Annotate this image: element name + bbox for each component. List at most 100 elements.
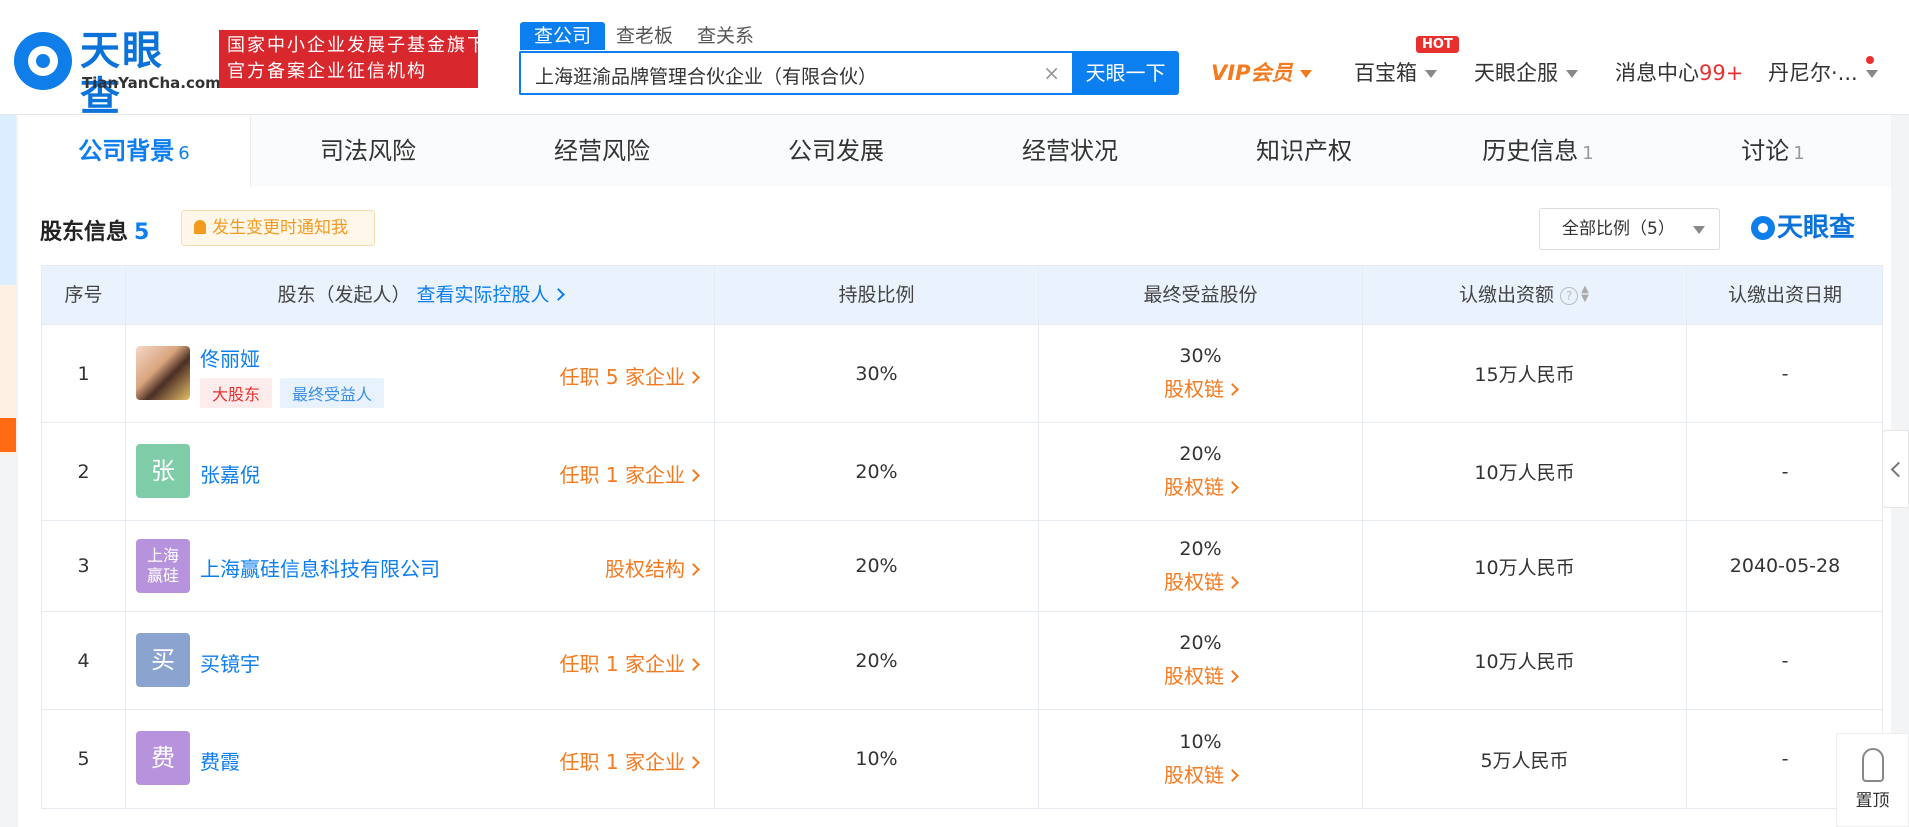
tab-count: 6 <box>178 143 190 164</box>
shareholder-photo-avatar[interactable] <box>136 346 190 400</box>
vip-menu[interactable]: VIP会员 <box>1211 58 1313 88</box>
section-title: 股东信息 5 <box>40 214 149 246</box>
tab-operating-risk[interactable]: 经营风险 <box>485 115 719 187</box>
equity-chain-link[interactable]: 股权链 <box>1164 566 1239 595</box>
tab-company-background[interactable]: 公司背景 6 <box>18 115 251 187</box>
shareholder-name[interactable]: 费霞 <box>200 746 240 775</box>
help-icon[interactable]: ? <box>1560 287 1578 305</box>
treasure-label: 百宝箱 <box>1354 61 1417 85</box>
shareholder-avatar[interactable]: 张 <box>136 444 190 498</box>
main-panel: 公司背景 6 司法风险 经营风险 公司发展 经营状况 知识产权 历史信息 1 讨论 1… <box>18 115 1891 827</box>
col-shareholder: 股东（发起人） 查看实际控股人 <box>126 266 715 325</box>
ratio-cell: 10% <box>715 710 1039 808</box>
user-name: 丹尼尔·... <box>1768 61 1858 85</box>
shareholder-avatar[interactable]: 费 <box>136 731 190 785</box>
section-count: 5 <box>134 220 150 245</box>
table-row: 4 买 买镜宇 任职 1 家企业 20% 20% 股权链 10万人民币 - <box>42 612 1882 710</box>
final-share-value: 20% <box>1179 632 1222 654</box>
user-menu[interactable]: 丹尼尔·... <box>1768 58 1878 88</box>
final-share-cell: 20% 股权链 <box>1039 423 1363 520</box>
equity-chain-label: 股权链 <box>1164 569 1224 594</box>
view-actual-controller-link[interactable]: 查看实际控股人 <box>417 284 565 306</box>
final-share-cell: 30% 股权链 <box>1039 325 1363 422</box>
slogan-line-1: 国家中小企业发展子基金旗下 <box>227 35 487 56</box>
table-header: 序号 股东（发起人） 查看实际控股人 持股比例 最终受益股份 认缴出资额? ▲ ▼ … <box>42 266 1882 325</box>
col-final-share: 最终受益股份 <box>1039 266 1363 325</box>
tab-search-relation[interactable]: 查关系 <box>697 22 754 50</box>
tab-discussion[interactable]: 讨论 1 <box>1655 115 1891 187</box>
notify-on-change-button[interactable]: 发生变更时通知我 <box>181 210 375 246</box>
positions-link[interactable]: 任职 1 家企业 <box>559 459 700 488</box>
chevron-right-icon <box>1226 481 1239 494</box>
chevron-right-icon <box>687 756 700 769</box>
sort-icon[interactable]: ▲ ▼ <box>1580 285 1590 304</box>
subscribed-cell: 10万人民币 <box>1363 423 1687 520</box>
table-row: 3 上海 赢硅 上海赢硅信息科技有限公司 股权结构 20% 20% 股权链 10万… <box>42 521 1882 612</box>
shareholder-name[interactable]: 张嘉倪 <box>200 459 260 488</box>
table-row: 5 费 费霞 任职 1 家企业 10% 10% 股权链 5万人民币 - <box>42 710 1882 808</box>
ratio-cell: 20% <box>715 521 1039 611</box>
positions-link-label: 任职 5 家企业 <box>559 365 685 389</box>
tab-history[interactable]: 历史信息 1 <box>1421 115 1655 187</box>
collapse-sidebar-button[interactable] <box>1882 430 1909 508</box>
chevron-right-icon <box>687 658 700 671</box>
ratio-filter-select[interactable]: 全部比例（5） <box>1539 208 1720 250</box>
positions-link[interactable]: 任职 5 家企业 <box>559 361 700 390</box>
equity-chain-link[interactable]: 股权链 <box>1164 471 1239 500</box>
message-center-link[interactable]: 消息中心99+ <box>1615 58 1743 88</box>
chevron-down-icon <box>1425 70 1437 78</box>
clear-icon[interactable]: × <box>1043 61 1060 85</box>
col-subscribed[interactable]: 认缴出资额? ▲ ▼ <box>1363 266 1687 325</box>
tab-business-status[interactable]: 经营状况 <box>953 115 1187 187</box>
col-date: 认缴出资日期 <box>1727 284 1842 306</box>
tab-intellectual-property[interactable]: 知识产权 <box>1187 115 1421 187</box>
left-side-banner-top <box>0 115 16 285</box>
tab-judicial-risk[interactable]: 司法风险 <box>251 115 485 187</box>
treasure-box-menu[interactable]: 百宝箱 <box>1354 58 1437 88</box>
col-ratio: 持股比例 <box>715 266 1039 325</box>
search-input[interactable]: 上海逛渝品牌管理合伙企业（有限合伙） × <box>519 51 1072 95</box>
chevron-right-icon <box>551 288 565 301</box>
section-title-text: 股东信息 <box>40 220 129 245</box>
positions-link[interactable]: 任职 1 家企业 <box>559 746 700 775</box>
tab-count: 1 <box>1582 143 1594 164</box>
tab-label: 知识产权 <box>1256 137 1352 165</box>
final-share-cell: 20% 股权链 <box>1039 612 1363 709</box>
positions-link-label: 任职 1 家企业 <box>559 463 685 487</box>
shareholder-avatar[interactable]: 买 <box>136 633 190 687</box>
shareholder-table: 序号 股东（发起人） 查看实际控股人 持股比例 最终受益股份 认缴出资额? ▲ ▼ … <box>41 265 1883 809</box>
enterprise-label: 天眼企服 <box>1474 61 1558 85</box>
equity-structure-link[interactable]: 股权结构 <box>605 553 700 582</box>
tab-label: 历史信息 <box>1482 137 1579 165</box>
equity-chain-link[interactable]: 股权链 <box>1164 660 1239 689</box>
search-button[interactable]: 天眼一下 <box>1072 51 1179 95</box>
tianyancha-logo[interactable]: 天眼查 TianYanCha.com <box>14 26 221 120</box>
chevron-down-icon <box>1566 70 1578 78</box>
major-shareholder-tag: 大股东 <box>200 378 273 408</box>
company-avatar[interactable]: 上海 赢硅 <box>136 539 190 593</box>
equity-chain-label: 股权链 <box>1164 762 1224 787</box>
tab-company-development[interactable]: 公司发展 <box>719 115 953 187</box>
shareholder-name[interactable]: 上海赢硅信息科技有限公司 <box>200 553 440 582</box>
enterprise-service-menu[interactable]: 天眼企服 <box>1474 58 1578 88</box>
equity-chain-link[interactable]: 股权链 <box>1164 759 1239 788</box>
notify-label: 发生变更时通知我 <box>212 218 348 238</box>
equity-chain-link[interactable]: 股权链 <box>1164 373 1239 402</box>
tab-search-boss[interactable]: 查老板 <box>616 22 673 50</box>
search-input-value[interactable]: 上海逛渝品牌管理合伙企业（有限合伙） <box>535 62 877 89</box>
row-index: 2 <box>42 423 126 520</box>
chevron-right-icon <box>1226 383 1239 396</box>
row-index: 3 <box>42 521 126 611</box>
shareholder-name[interactable]: 买镜宇 <box>200 648 260 677</box>
message-count-badge: 99+ <box>1699 61 1744 85</box>
tab-search-company[interactable]: 查公司 <box>520 22 606 50</box>
tab-label: 经营风险 <box>554 137 650 165</box>
back-to-top-button[interactable]: 置顶 <box>1836 733 1909 827</box>
messages-label: 消息中心 <box>1615 61 1699 85</box>
bell-icon <box>194 220 206 234</box>
positions-link-label: 任职 1 家企业 <box>559 750 685 774</box>
shareholder-name[interactable]: 佟丽娅 <box>200 343 260 372</box>
positions-link[interactable]: 任职 1 家企业 <box>560 648 700 677</box>
watermark-text: 天眼查 <box>1777 213 1856 243</box>
table-row: 1 佟丽娅 大股东 最终受益人 任职 5 家企业 30% 30% 股权链 15万人… <box>42 325 1882 423</box>
